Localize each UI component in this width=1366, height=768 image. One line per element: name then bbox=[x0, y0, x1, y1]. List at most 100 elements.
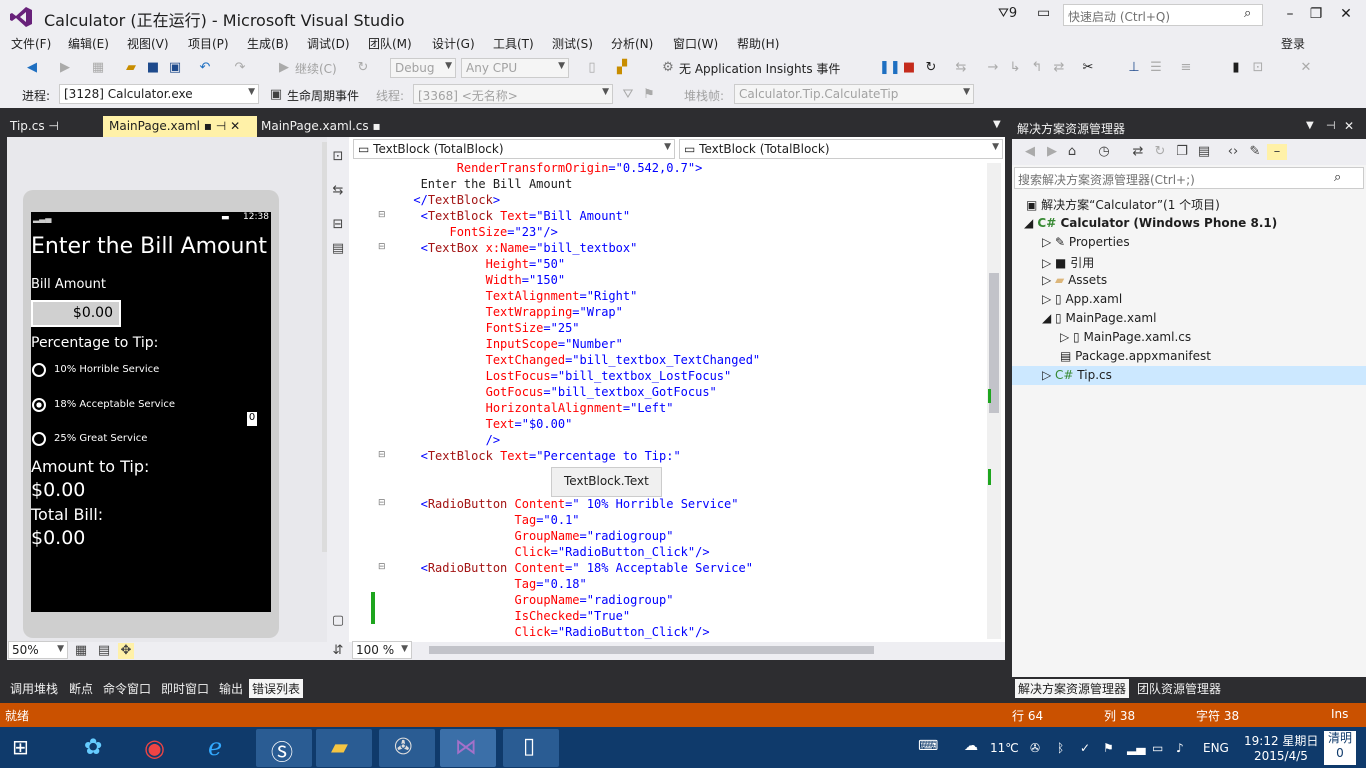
indent-icon[interactable]: ≡ bbox=[1178, 60, 1194, 76]
taskbar-app-s[interactable]: Ⓢ bbox=[256, 729, 312, 767]
vertical-split-icon[interactable]: ⇆ bbox=[330, 183, 346, 199]
radio-25-label[interactable]: 25% Great Service bbox=[54, 433, 147, 444]
taskbar-app-icon[interactable]: ✿ bbox=[70, 729, 126, 767]
tree-tip-cs[interactable]: ▷ C# Tip.cs bbox=[1042, 368, 1112, 382]
attach-icon[interactable]: ▞ bbox=[614, 60, 630, 76]
tree-manifest[interactable]: ▤ Package.appxmanifest bbox=[1060, 349, 1211, 363]
application-insights-button[interactable]: 无 Application Insights 事件 bbox=[679, 60, 840, 77]
menu-help[interactable]: 帮助(H) bbox=[737, 35, 779, 52]
tab-immediate-window[interactable]: 即时窗口 bbox=[158, 679, 212, 698]
menu-view[interactable]: 视图(V) bbox=[127, 35, 169, 52]
maximize-button[interactable]: ❐ bbox=[1306, 6, 1326, 22]
step-out-icon[interactable]: ↰ bbox=[1029, 60, 1045, 76]
feedback-icon[interactable]: ▭ bbox=[1037, 5, 1050, 21]
snap-lines-icon[interactable]: ✥ bbox=[118, 643, 134, 659]
show-all-icon[interactable]: ▤ bbox=[1196, 144, 1212, 160]
xaml-tab-icon[interactable]: ⇵ bbox=[330, 643, 346, 659]
weather-icon[interactable]: ☁ bbox=[964, 738, 978, 754]
process-select[interactable]: [3128] Calculator.exe ▼ bbox=[59, 84, 259, 104]
menu-debug[interactable]: 调试(D) bbox=[307, 35, 350, 52]
radio-18-icon[interactable] bbox=[32, 398, 46, 412]
sync-icon[interactable]: ⇄ bbox=[1130, 144, 1146, 160]
properties-icon[interactable]: ✎ bbox=[1247, 144, 1263, 160]
pin-icon[interactable]: ⊣ bbox=[216, 119, 226, 133]
tab-solution-explorer[interactable]: 解决方案资源管理器 bbox=[1015, 679, 1130, 698]
back-icon[interactable]: ◀ bbox=[24, 60, 40, 76]
menu-edit[interactable]: 编辑(E) bbox=[68, 35, 109, 52]
history-icon[interactable]: ◷ bbox=[1096, 144, 1112, 160]
tab-overflow-icon[interactable]: ▼ bbox=[993, 119, 1001, 130]
bill-textbox[interactable]: $0.00 bbox=[31, 300, 121, 327]
home-icon[interactable]: ⌂ bbox=[1064, 144, 1080, 160]
tree-project[interactable]: ◢ C# Calculator (Windows Phone 8.1) bbox=[1024, 216, 1277, 230]
collapse-icon[interactable]: ⊟ bbox=[378, 498, 386, 508]
tray-reel-icon[interactable]: ✇ bbox=[1030, 741, 1040, 755]
step-over-icon[interactable]: → bbox=[985, 60, 1001, 76]
redo-icon[interactable]: ↷ bbox=[232, 60, 248, 76]
view-code-icon[interactable]: ‹› bbox=[1225, 144, 1241, 160]
configuration-select[interactable]: Debug ▼ bbox=[390, 58, 456, 78]
exceptions-icon[interactable]: ✂ bbox=[1080, 60, 1096, 76]
tab-mainpage-xaml[interactable]: MainPage.xaml ▪ ⊣ ✕ bbox=[103, 116, 257, 137]
keyboard-icon[interactable]: ⌨ bbox=[918, 738, 938, 754]
clock-date[interactable]: 2015/4/5 bbox=[1254, 749, 1308, 763]
flag-icon[interactable]: ▮ bbox=[1228, 60, 1244, 76]
tree-references[interactable]: ▷ ■ 引用 bbox=[1042, 254, 1094, 271]
stack-frame-select[interactable]: Calculator.Tip.CalculateTip ▼ bbox=[734, 84, 974, 104]
tree-solution[interactable]: ▣ 解决方案“Calculator”(1 个项目) bbox=[1026, 196, 1220, 213]
grid-icon[interactable]: ▦ bbox=[73, 643, 89, 659]
flag-icon[interactable]: ⚑ bbox=[1103, 741, 1114, 755]
tab-team-explorer[interactable]: 团队资源管理器 bbox=[1134, 679, 1224, 698]
close-icon[interactable]: ✕ bbox=[1344, 119, 1354, 133]
hex-icon[interactable]: ⇄ bbox=[1051, 60, 1067, 76]
radio-18-label[interactable]: 18% Acceptable Service bbox=[54, 399, 175, 410]
login-link[interactable]: 登录 bbox=[1281, 35, 1305, 52]
menu-analyze[interactable]: 分析(N) bbox=[611, 35, 653, 52]
tab-command-window[interactable]: 命令窗口 bbox=[100, 679, 154, 698]
bluetooth-icon[interactable]: ᛒ bbox=[1057, 741, 1064, 755]
tab-error-list[interactable]: 错误列表 bbox=[249, 679, 304, 698]
tree-mainpage-xaml-cs[interactable]: ▷ ▯ MainPage.xaml.cs bbox=[1060, 330, 1191, 344]
battery-icon[interactable]: ▭ bbox=[1152, 741, 1163, 755]
save-icon[interactable]: ■ bbox=[145, 60, 161, 76]
code-map-icon[interactable]: ⇆ bbox=[953, 60, 969, 76]
collapse-all-icon[interactable]: ❐ bbox=[1174, 144, 1190, 160]
search-icon[interactable]: ⌕ bbox=[1244, 6, 1251, 21]
restart-debug-icon[interactable]: ↻ bbox=[923, 60, 939, 76]
radio-10-label[interactable]: 10% Horrible Service bbox=[54, 364, 159, 375]
pin-icon[interactable]: ⊣ bbox=[1326, 119, 1336, 132]
save-all-icon[interactable]: ▣ bbox=[167, 60, 183, 76]
collapse-icon[interactable]: ⊟ bbox=[378, 210, 386, 220]
horizontal-scrollbar[interactable] bbox=[429, 646, 874, 654]
open-folder-icon[interactable]: ▰ bbox=[123, 60, 139, 76]
stop-icon[interactable]: ■ bbox=[901, 60, 917, 76]
swap-panes-icon[interactable]: ⊡ bbox=[330, 149, 346, 165]
collapse-pane-icon[interactable]: ▤ bbox=[330, 241, 346, 257]
menu-team[interactable]: 团队(M) bbox=[368, 35, 412, 52]
taskbar-chrome[interactable]: ◉ bbox=[130, 729, 186, 767]
undo-icon[interactable]: ↶ bbox=[197, 60, 213, 76]
radio-10-icon[interactable] bbox=[32, 363, 46, 377]
pause-icon[interactable]: ❚❚ bbox=[879, 60, 901, 76]
tree-mainpage-xaml[interactable]: ◢ ▯ MainPage.xaml bbox=[1042, 311, 1156, 325]
tab-call-stack[interactable]: 调用堆栈 bbox=[7, 679, 61, 698]
language-indicator[interactable]: ENG bbox=[1203, 741, 1229, 755]
flag-threads-icon[interactable]: ⚑ bbox=[641, 87, 657, 103]
tab-breakpoints[interactable]: 断点 bbox=[66, 679, 96, 698]
menu-design[interactable]: 设计(G) bbox=[432, 35, 475, 52]
taskbar-emulator[interactable]: ▯ bbox=[503, 729, 559, 767]
tab-tip-cs[interactable]: Tip.cs ⊣ bbox=[4, 116, 65, 137]
menu-test[interactable]: 测试(S) bbox=[552, 35, 593, 52]
insights-icon[interactable]: ⚙ bbox=[660, 60, 676, 76]
bookmark-icon[interactable]: ⊥ bbox=[1126, 60, 1142, 76]
taskbar-media[interactable]: ✇ bbox=[379, 729, 435, 767]
bookmark-next-icon[interactable]: ⊡ bbox=[1250, 60, 1266, 76]
radio-25-icon[interactable] bbox=[32, 432, 46, 446]
collapse-icon[interactable]: ⊟ bbox=[378, 562, 386, 572]
taskbar-ie[interactable]: ℯ bbox=[192, 729, 248, 767]
tree-assets[interactable]: ▷ ▰ Assets bbox=[1042, 273, 1107, 287]
collapse-icon[interactable]: ⊟ bbox=[378, 242, 386, 252]
clear-bookmarks-icon[interactable]: ✕ bbox=[1298, 60, 1314, 76]
lifecycle-events-button[interactable]: 生命周期事件 bbox=[287, 87, 359, 104]
continue-button[interactable]: 继续(C) bbox=[295, 60, 337, 77]
